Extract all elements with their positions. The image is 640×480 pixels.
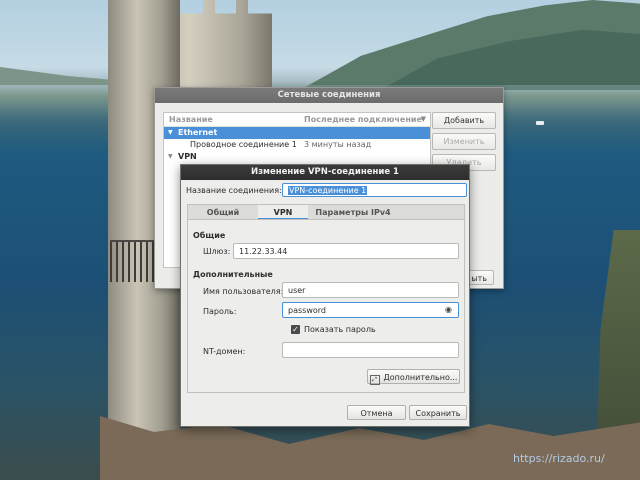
settings-icon: ⤢ xyxy=(369,375,380,385)
group-label: Ethernet xyxy=(178,128,218,137)
tab-vpn[interactable]: VPN xyxy=(258,205,308,220)
connection-name-input[interactable]: VPN-соединение 1 xyxy=(282,183,467,197)
connection-row[interactable]: Проводное соединение 1 3 минуты назад xyxy=(164,139,430,151)
connection-name-value: VPN-соединение 1 xyxy=(288,186,368,195)
nt-domain-input[interactable] xyxy=(282,342,459,358)
list-header: Название Последнее подключение ▼ xyxy=(164,113,430,127)
connection-name-label: Название соединения: xyxy=(186,186,282,195)
tab-ipv4[interactable]: Параметры IPv4 xyxy=(308,205,398,220)
add-button[interactable]: Добавить xyxy=(432,112,496,129)
column-header-last-used[interactable]: Последнее подключение xyxy=(304,115,422,124)
section-advanced: Дополнительные xyxy=(193,270,273,279)
advanced-button-label: Дополнительно... xyxy=(383,373,458,382)
password-input[interactable]: password ◉ xyxy=(282,302,459,318)
cancel-button[interactable]: Отмена xyxy=(347,405,406,420)
password-label: Пароль: xyxy=(203,307,237,316)
sort-arrow-icon[interactable]: ▼ xyxy=(421,115,426,123)
expander-down-icon[interactable]: ▼ xyxy=(168,127,173,139)
group-row-ethernet[interactable]: ▼ Ethernet xyxy=(164,127,430,139)
section-general: Общие xyxy=(193,231,226,240)
nt-domain-label: NT-домен: xyxy=(203,347,246,356)
edit-button[interactable]: Изменить xyxy=(432,133,496,150)
group-label: VPN xyxy=(178,152,197,161)
column-header-name[interactable]: Название xyxy=(169,115,213,124)
window-titlebar[interactable]: Сетевые соединения xyxy=(155,88,503,103)
group-row-vpn[interactable]: ▼ VPN xyxy=(164,151,430,163)
dialog-titlebar[interactable]: Изменение VPN-соединение 1 xyxy=(181,165,469,180)
vpn-tab-panel: Общие Шлюз: 11.22.33.44 Дополнительные И… xyxy=(187,219,465,393)
connection-last-used: 3 минуты назад xyxy=(304,140,372,149)
gateway-label: Шлюз: xyxy=(203,247,231,256)
tab-bar: Общий VPN Параметры IPv4 xyxy=(187,204,465,220)
username-label: Имя пользователя: xyxy=(203,287,284,296)
username-input[interactable]: user xyxy=(282,282,459,298)
connection-name: Проводное соединение 1 xyxy=(190,140,297,149)
castle-balcony xyxy=(110,240,160,282)
expander-down-icon[interactable]: ▼ xyxy=(168,151,173,163)
advanced-button[interactable]: ⤢ Дополнительно... xyxy=(367,369,460,385)
password-value: password xyxy=(288,306,326,315)
watermark-url: https://rizado.ru/ xyxy=(513,452,605,465)
show-password-checkbox[interactable]: ✓ xyxy=(291,325,300,334)
save-button[interactable]: Сохранить xyxy=(409,405,467,420)
vpn-edit-dialog: Изменение VPN-соединение 1 Название соед… xyxy=(180,164,470,427)
tab-general[interactable]: Общий xyxy=(188,205,258,220)
password-storage-user-icon[interactable]: ◉ xyxy=(445,305,455,314)
boat xyxy=(536,121,544,125)
gateway-input[interactable]: 11.22.33.44 xyxy=(233,243,459,259)
show-password-label[interactable]: Показать пароль xyxy=(304,325,376,334)
